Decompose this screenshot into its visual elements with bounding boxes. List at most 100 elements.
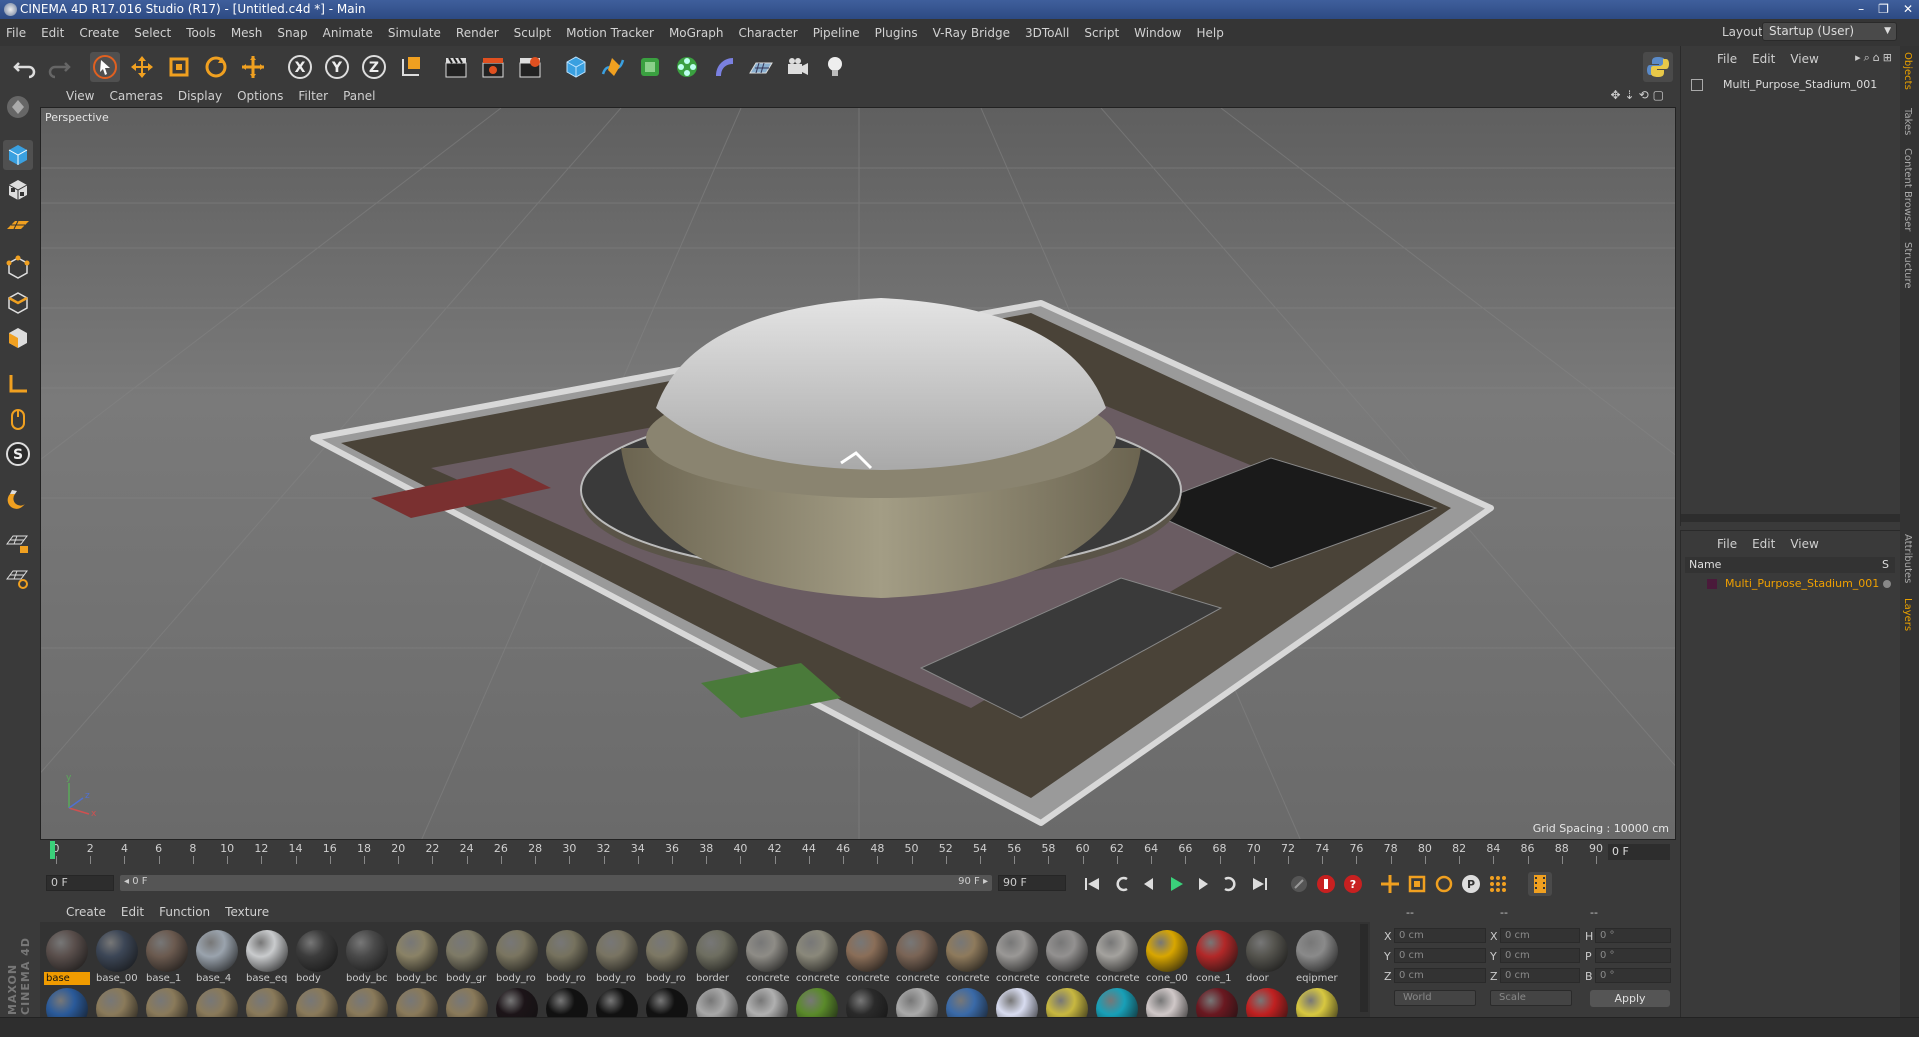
rot-h-field[interactable]: 0 ° <box>1595 928 1671 943</box>
pos-z-field[interactable]: 0 cm <box>1394 968 1486 983</box>
prev-frame-button[interactable] <box>1137 872 1161 896</box>
move-tool-button[interactable] <box>127 52 157 82</box>
redo-button[interactable] <box>44 52 74 82</box>
points-mode-button[interactable] <box>3 253 33 283</box>
viewport-navigation-icons[interactable]: ✥⇣⟲▢ <box>1610 88 1668 102</box>
object-row[interactable]: Multi_Purpose_Stadium_001 <box>1683 76 1899 94</box>
menu-animate[interactable]: Animate <box>323 26 373 40</box>
material-swatch[interactable] <box>1294 986 1340 1017</box>
material-swatch[interactable] <box>744 986 790 1017</box>
record-active-objects-button[interactable] <box>1314 872 1338 896</box>
material-menu-texture[interactable]: Texture <box>225 905 269 919</box>
coordinate-space-dropdown[interactable]: World <box>1394 990 1476 1006</box>
material-swatch[interactable]: body_bc <box>394 928 440 988</box>
size-z-field[interactable]: 0 cm <box>1500 968 1580 983</box>
menu-tools[interactable]: Tools <box>186 26 216 40</box>
material-swatch[interactable] <box>94 986 140 1017</box>
menu-script[interactable]: Script <box>1084 26 1119 40</box>
material-swatch[interactable] <box>944 986 990 1017</box>
menu-mograph[interactable]: MoGraph <box>669 26 724 40</box>
material-swatch[interactable] <box>144 986 190 1017</box>
layer-row[interactable]: Multi_Purpose_Stadium_001 <box>1685 575 1895 593</box>
python-button[interactable] <box>1643 52 1673 82</box>
material-swatch[interactable]: body_ro <box>494 928 540 988</box>
z-axis-lock-button[interactable]: Z <box>359 52 389 82</box>
material-swatch[interactable] <box>344 986 390 1017</box>
menu-vray-bridge[interactable]: V-Ray Bridge <box>933 26 1010 40</box>
material-swatch[interactable] <box>844 986 890 1017</box>
material-scrollbar[interactable] <box>1360 924 1368 1012</box>
size-y-field[interactable]: 0 cm <box>1500 948 1580 963</box>
material-swatch[interactable] <box>994 986 1040 1017</box>
material-swatch[interactable] <box>1194 986 1240 1017</box>
menu-plugins[interactable]: Plugins <box>875 26 918 40</box>
polygons-mode-button[interactable] <box>3 323 33 353</box>
material-swatch[interactable]: body_bc <box>344 928 390 988</box>
material-swatch[interactable] <box>294 986 340 1017</box>
menu-motion-tracker[interactable]: Motion Tracker <box>566 26 654 40</box>
material-swatch[interactable] <box>694 986 740 1017</box>
undo-button[interactable] <box>10 52 40 82</box>
material-swatch[interactable]: concrete <box>744 928 790 988</box>
menu-help[interactable]: Help <box>1196 26 1223 40</box>
objects-menu-edit[interactable]: Edit <box>1752 52 1775 66</box>
goto-end-button[interactable] <box>1248 872 1272 896</box>
menu-render[interactable]: Render <box>456 26 499 40</box>
material-swatch[interactable]: body <box>294 928 340 988</box>
material-swatch[interactable] <box>1144 986 1190 1017</box>
tab-objects[interactable]: Objects <box>1902 52 1913 90</box>
layout-dropdown[interactable]: Startup (User) ▼ <box>1762 22 1897 41</box>
max-time-field[interactable]: 90 F <box>998 875 1066 891</box>
menu-window[interactable]: Window <box>1134 26 1181 40</box>
make-editable-button[interactable] <box>3 92 33 122</box>
viewport-menu-panel[interactable]: Panel <box>343 89 375 103</box>
material-swatch[interactable]: door <box>1244 928 1290 988</box>
material-menu-create[interactable]: Create <box>66 905 106 919</box>
viewport-menu-cameras[interactable]: Cameras <box>109 89 162 103</box>
goto-prev-key-button[interactable] <box>1110 872 1134 896</box>
viewport-menu-view[interactable]: View <box>66 89 94 103</box>
tweak-mode-button[interactable] <box>3 404 33 434</box>
material-swatch[interactable]: concrete <box>944 928 990 988</box>
x-axis-lock-button[interactable]: X <box>285 52 315 82</box>
planar-workplane-button[interactable] <box>3 563 33 593</box>
rotate-tool-button[interactable] <box>201 52 231 82</box>
preview-range-slider[interactable]: ◂ 0 F 90 F ▸ <box>120 875 992 891</box>
material-swatch[interactable] <box>794 986 840 1017</box>
menu-sculpt[interactable]: Sculpt <box>514 26 551 40</box>
object-manager-tool-icons[interactable]: ▸⌕⌂⊞ <box>1855 51 1895 65</box>
material-swatch[interactable] <box>1044 986 1090 1017</box>
layer-solo-dot[interactable] <box>1883 580 1891 588</box>
min-time-field[interactable]: 0 F <box>46 875 114 891</box>
material-swatch[interactable]: base_eq <box>244 928 290 988</box>
material-swatch[interactable] <box>494 986 540 1017</box>
tab-attributes[interactable]: Attributes <box>1902 534 1913 583</box>
pos-x-field[interactable]: 0 cm <box>1394 928 1486 943</box>
next-frame-button[interactable] <box>1191 872 1215 896</box>
material-swatch[interactable]: body_ro <box>594 928 640 988</box>
material-swatch[interactable] <box>894 986 940 1017</box>
coordinate-system-button[interactable] <box>396 52 426 82</box>
menu-snap[interactable]: Snap <box>277 26 307 40</box>
goto-start-button[interactable] <box>1080 872 1104 896</box>
rot-p-field[interactable]: 0 ° <box>1595 948 1671 963</box>
key-rotation-button[interactable] <box>1432 872 1456 896</box>
viewport-menu-options[interactable]: Options <box>237 89 283 103</box>
material-swatch[interactable] <box>244 986 290 1017</box>
tab-layers[interactable]: Layers <box>1902 598 1913 631</box>
rot-b-field[interactable]: 0 ° <box>1595 968 1671 983</box>
material-swatch[interactable] <box>394 986 440 1017</box>
minimize-button[interactable]: – <box>1858 0 1864 19</box>
material-swatch[interactable] <box>594 986 640 1017</box>
edges-mode-button[interactable] <box>3 288 33 318</box>
material-swatch[interactable] <box>194 986 240 1017</box>
play-button[interactable] <box>1164 872 1188 896</box>
tab-content-browser[interactable]: Content Browser <box>1902 148 1913 231</box>
scale-tool-button[interactable] <box>164 52 194 82</box>
current-frame-field[interactable]: 0 F <box>1608 844 1670 860</box>
viewport-menu-display[interactable]: Display <box>178 89 222 103</box>
autokeying-button[interactable]: ? <box>1341 872 1365 896</box>
material-menu-edit[interactable]: Edit <box>121 905 144 919</box>
select-tool-button[interactable] <box>90 52 120 82</box>
material-swatch[interactable] <box>44 986 90 1017</box>
